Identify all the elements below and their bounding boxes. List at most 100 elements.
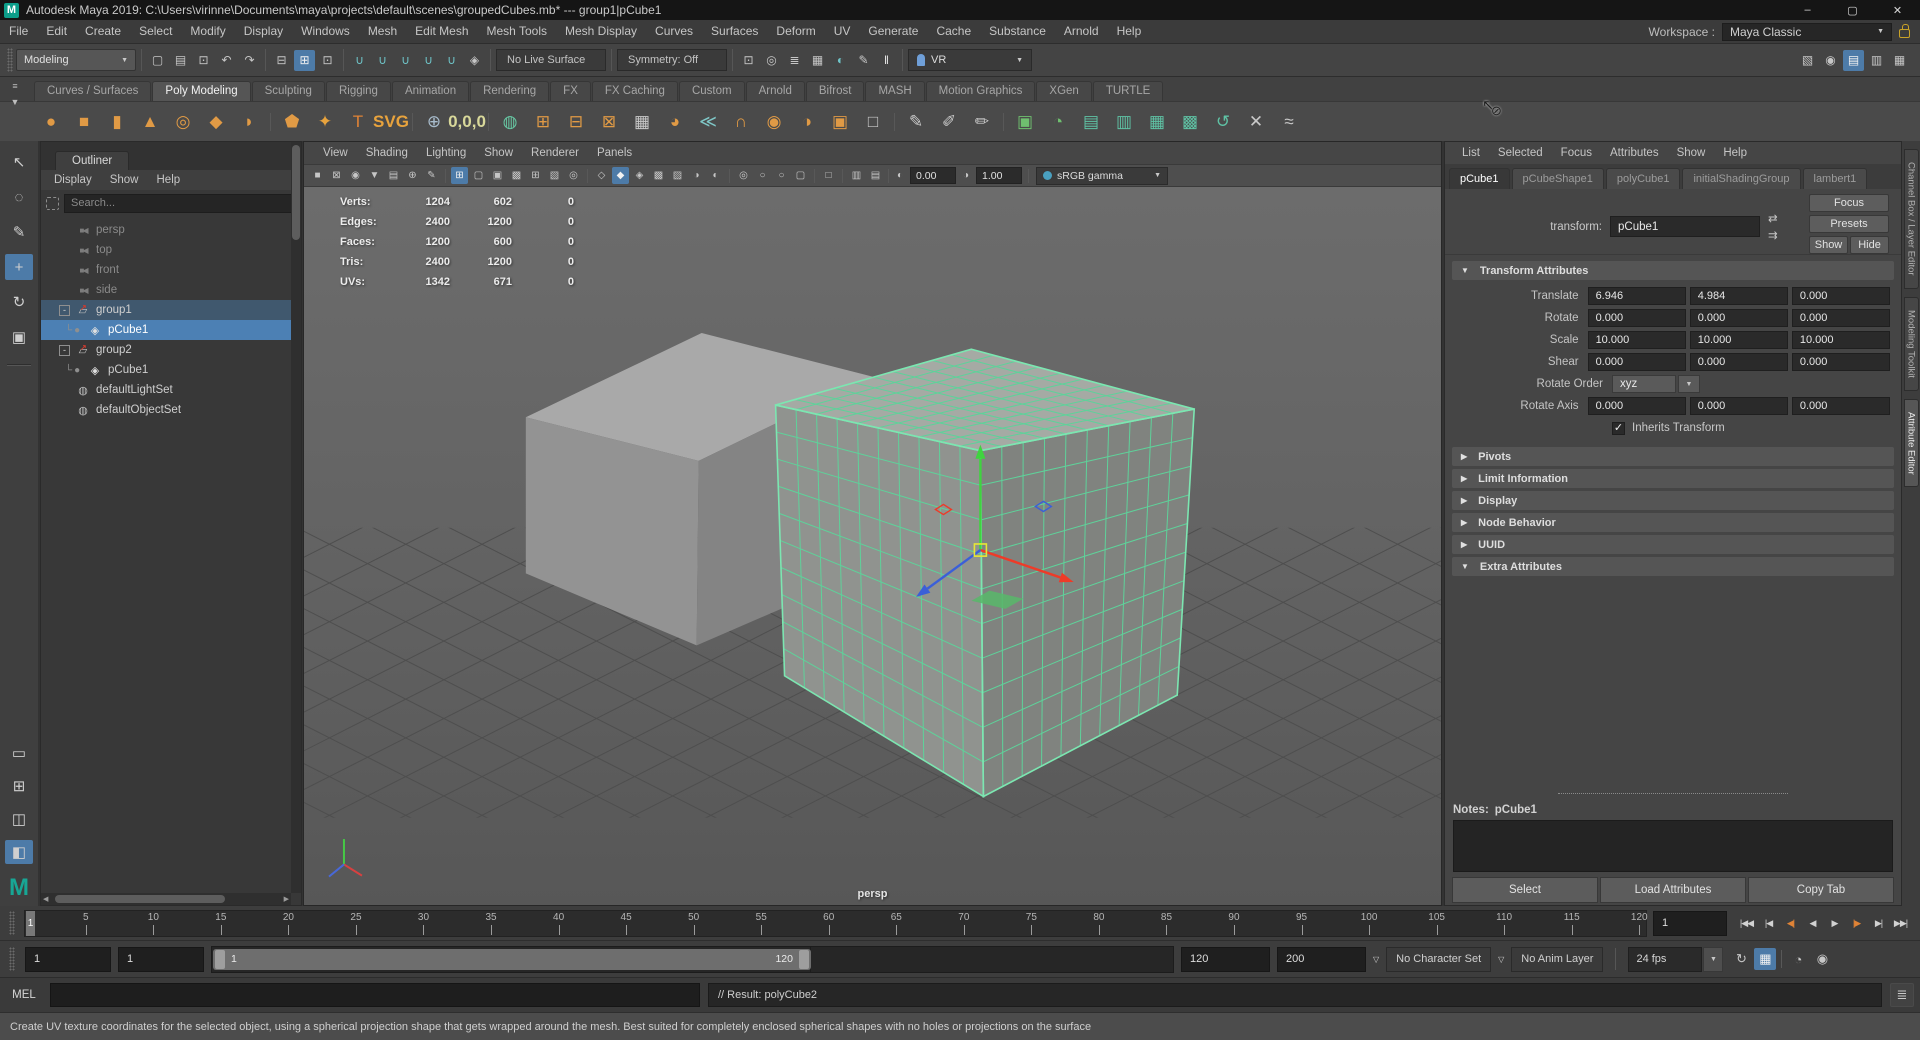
sculpt-tool-icon[interactable]: ✏	[967, 107, 997, 137]
exposure-field[interactable]: 0.00	[910, 167, 956, 184]
extract-icon[interactable]: ⊠	[594, 107, 624, 137]
render-view-icon[interactable]: ▦	[807, 50, 828, 71]
timeline-tick[interactable]	[1437, 925, 1438, 935]
channel-box-toggle-icon[interactable]: ▦	[1889, 50, 1910, 71]
automatic-projection-icon[interactable]: ▦	[1142, 107, 1172, 137]
menu-selected[interactable]: Selected	[1489, 142, 1552, 165]
isolate-select-icon[interactable]: □	[820, 167, 837, 184]
tab-custom[interactable]: Custom	[679, 81, 745, 101]
menu-show[interactable]: Show	[101, 169, 148, 192]
sew-uv-icon[interactable]: ≈	[1274, 107, 1304, 137]
timeline-tick[interactable]	[1234, 925, 1235, 935]
outliner-hscrollbar[interactable]: ◀ ▶	[41, 893, 291, 905]
occlusion-icon[interactable]: ◎	[735, 167, 752, 184]
single-pane-layout[interactable]: ▭	[5, 741, 33, 765]
menu-uv[interactable]: UV	[825, 20, 860, 43]
poly-cube-icon[interactable]: ■	[69, 107, 99, 137]
translate-field-z[interactable]: 0.000	[1792, 287, 1890, 305]
make-live-icon[interactable]: ◈	[464, 50, 485, 71]
safe-title-icon[interactable]: ◎	[565, 167, 582, 184]
lock-camera-icon[interactable]: ⊠	[328, 167, 345, 184]
tab-curves-surfaces[interactable]: Curves / Surfaces	[34, 81, 151, 101]
grease-pencil-icon[interactable]: ✎	[423, 167, 440, 184]
chevron-down-icon[interactable]: ▼	[1703, 947, 1723, 972]
tab-bifrost[interactable]: Bifrost	[806, 81, 865, 101]
step-back-key-button[interactable]: ◀|	[1781, 913, 1800, 934]
tab-polycube1[interactable]: polyCube1	[1606, 168, 1681, 189]
current-frame-field[interactable]: 1	[1653, 911, 1727, 936]
poly-cone-icon[interactable]: ▲	[135, 107, 165, 137]
textured-icon[interactable]: ▩	[650, 167, 667, 184]
timeline-tick[interactable]	[626, 925, 627, 935]
scale-tool[interactable]: ▣	[5, 324, 33, 350]
input-connections-icon[interactable]: ⊡	[738, 50, 759, 71]
make-live-shelf-icon[interactable]: ◔	[1043, 107, 1073, 137]
menu-set-dropdown[interactable]: Modeling▼	[16, 49, 136, 71]
fill-hole-icon[interactable]: ▦	[627, 107, 657, 137]
show-button[interactable]: Show	[1809, 236, 1848, 254]
2d-pan-zoom-icon[interactable]: ⊕	[404, 167, 421, 184]
two-pane-layout[interactable]: ◫	[5, 807, 33, 831]
show-ui-elements-icon[interactable]: ▧	[1797, 50, 1818, 71]
timeline-tick[interactable]	[491, 925, 492, 935]
shaded-icon[interactable]: ◆	[612, 167, 629, 184]
xray-icon[interactable]: ▥	[848, 167, 865, 184]
rotate-field-y[interactable]: 0.000	[1690, 309, 1788, 327]
tab-mash[interactable]: MASH	[865, 81, 924, 101]
tab-fx-caching[interactable]: FX Caching	[592, 81, 678, 101]
cylindrical-projection-icon[interactable]: ▥	[1109, 107, 1139, 137]
tool-settings-toggle-icon[interactable]: ▥	[1866, 50, 1887, 71]
tab-poly-modeling[interactable]: Poly Modeling	[152, 81, 250, 101]
wireframe-icon[interactable]: ◇	[593, 167, 610, 184]
timeline-tick[interactable]	[356, 925, 357, 935]
menu-mesh-display[interactable]: Mesh Display	[556, 20, 646, 43]
timeline-tick[interactable]	[829, 925, 830, 935]
range-slider-rest[interactable]	[811, 946, 1174, 973]
menu-renderer[interactable]: Renderer	[522, 142, 588, 165]
timeline-tick[interactable]	[1302, 925, 1303, 935]
menu-windows[interactable]: Windows	[292, 20, 359, 43]
menu-show[interactable]: Show	[1668, 142, 1715, 165]
timeline-tick[interactable]	[1572, 925, 1573, 935]
script-editor-icon[interactable]: ≣	[1890, 983, 1914, 1007]
shadows-icon[interactable]: ◐	[707, 167, 724, 184]
menu-deform[interactable]: Deform	[767, 20, 824, 43]
render-settings-icon[interactable]: ✎	[853, 50, 874, 71]
camera-attributes-icon[interactable]: ◉	[347, 167, 364, 184]
view-transform-dropdown[interactable]: sRGB gamma ▼	[1036, 167, 1168, 185]
timeline-tick[interactable]	[964, 925, 965, 935]
poly-torus-icon[interactable]: ◎	[168, 107, 198, 137]
section-display[interactable]: ▶Display	[1452, 491, 1894, 510]
mel-language-switch[interactable]: MEL	[6, 989, 42, 1001]
inherits-transform-checkbox[interactable]: ✓	[1612, 422, 1625, 435]
poly-star-icon[interactable]: ✦	[310, 107, 340, 137]
gate-mask-icon[interactable]: ▩	[508, 167, 525, 184]
outliner-item-defaultobjectset[interactable]: defaultObjectSet	[41, 400, 301, 420]
shear-field-x[interactable]: 0.000	[1588, 353, 1686, 371]
menu-arnold[interactable]: Arnold	[1055, 20, 1108, 43]
tab-arnold[interactable]: Arnold	[746, 81, 805, 101]
grip-handle[interactable]	[9, 911, 15, 935]
chevron-down-icon[interactable]: ▼	[1678, 375, 1700, 393]
timeline-tick[interactable]	[221, 925, 222, 935]
minimize-button[interactable]: –	[1785, 0, 1830, 20]
notes-textarea[interactable]	[1453, 820, 1893, 872]
reduce-icon[interactable]: □	[858, 107, 888, 137]
separate-icon[interactable]: ⊟	[561, 107, 591, 137]
attribute-editor-toggle-icon[interactable]: ▤	[1843, 50, 1864, 71]
play-forwards-button[interactable]: ▶	[1825, 913, 1844, 934]
anim-layer-dropdown[interactable]: No Anim Layer	[1511, 947, 1603, 972]
scene-canvas[interactable]	[304, 187, 1441, 905]
safe-action-icon[interactable]: ▧	[546, 167, 563, 184]
unfold-uv-icon[interactable]: ↺	[1208, 107, 1238, 137]
timeline-tick[interactable]	[1031, 925, 1032, 935]
tab-motion-graphics[interactable]: Motion Graphics	[926, 81, 1036, 101]
live-surface-field[interactable]: No Live Surface	[496, 49, 606, 71]
xray-joints-icon[interactable]: ▤	[867, 167, 884, 184]
shelf-collapse-icon[interactable]: ▼	[11, 97, 20, 107]
timeline-tick[interactable]	[86, 925, 87, 935]
swap-node-icon[interactable]: ⇄	[1768, 211, 1778, 225]
poly-disc-icon[interactable]: ◗	[234, 107, 264, 137]
gamma-field[interactable]: 1.00	[976, 167, 1022, 184]
time-slider[interactable]: 5101520253035404550556065707580859095100…	[24, 910, 1647, 937]
